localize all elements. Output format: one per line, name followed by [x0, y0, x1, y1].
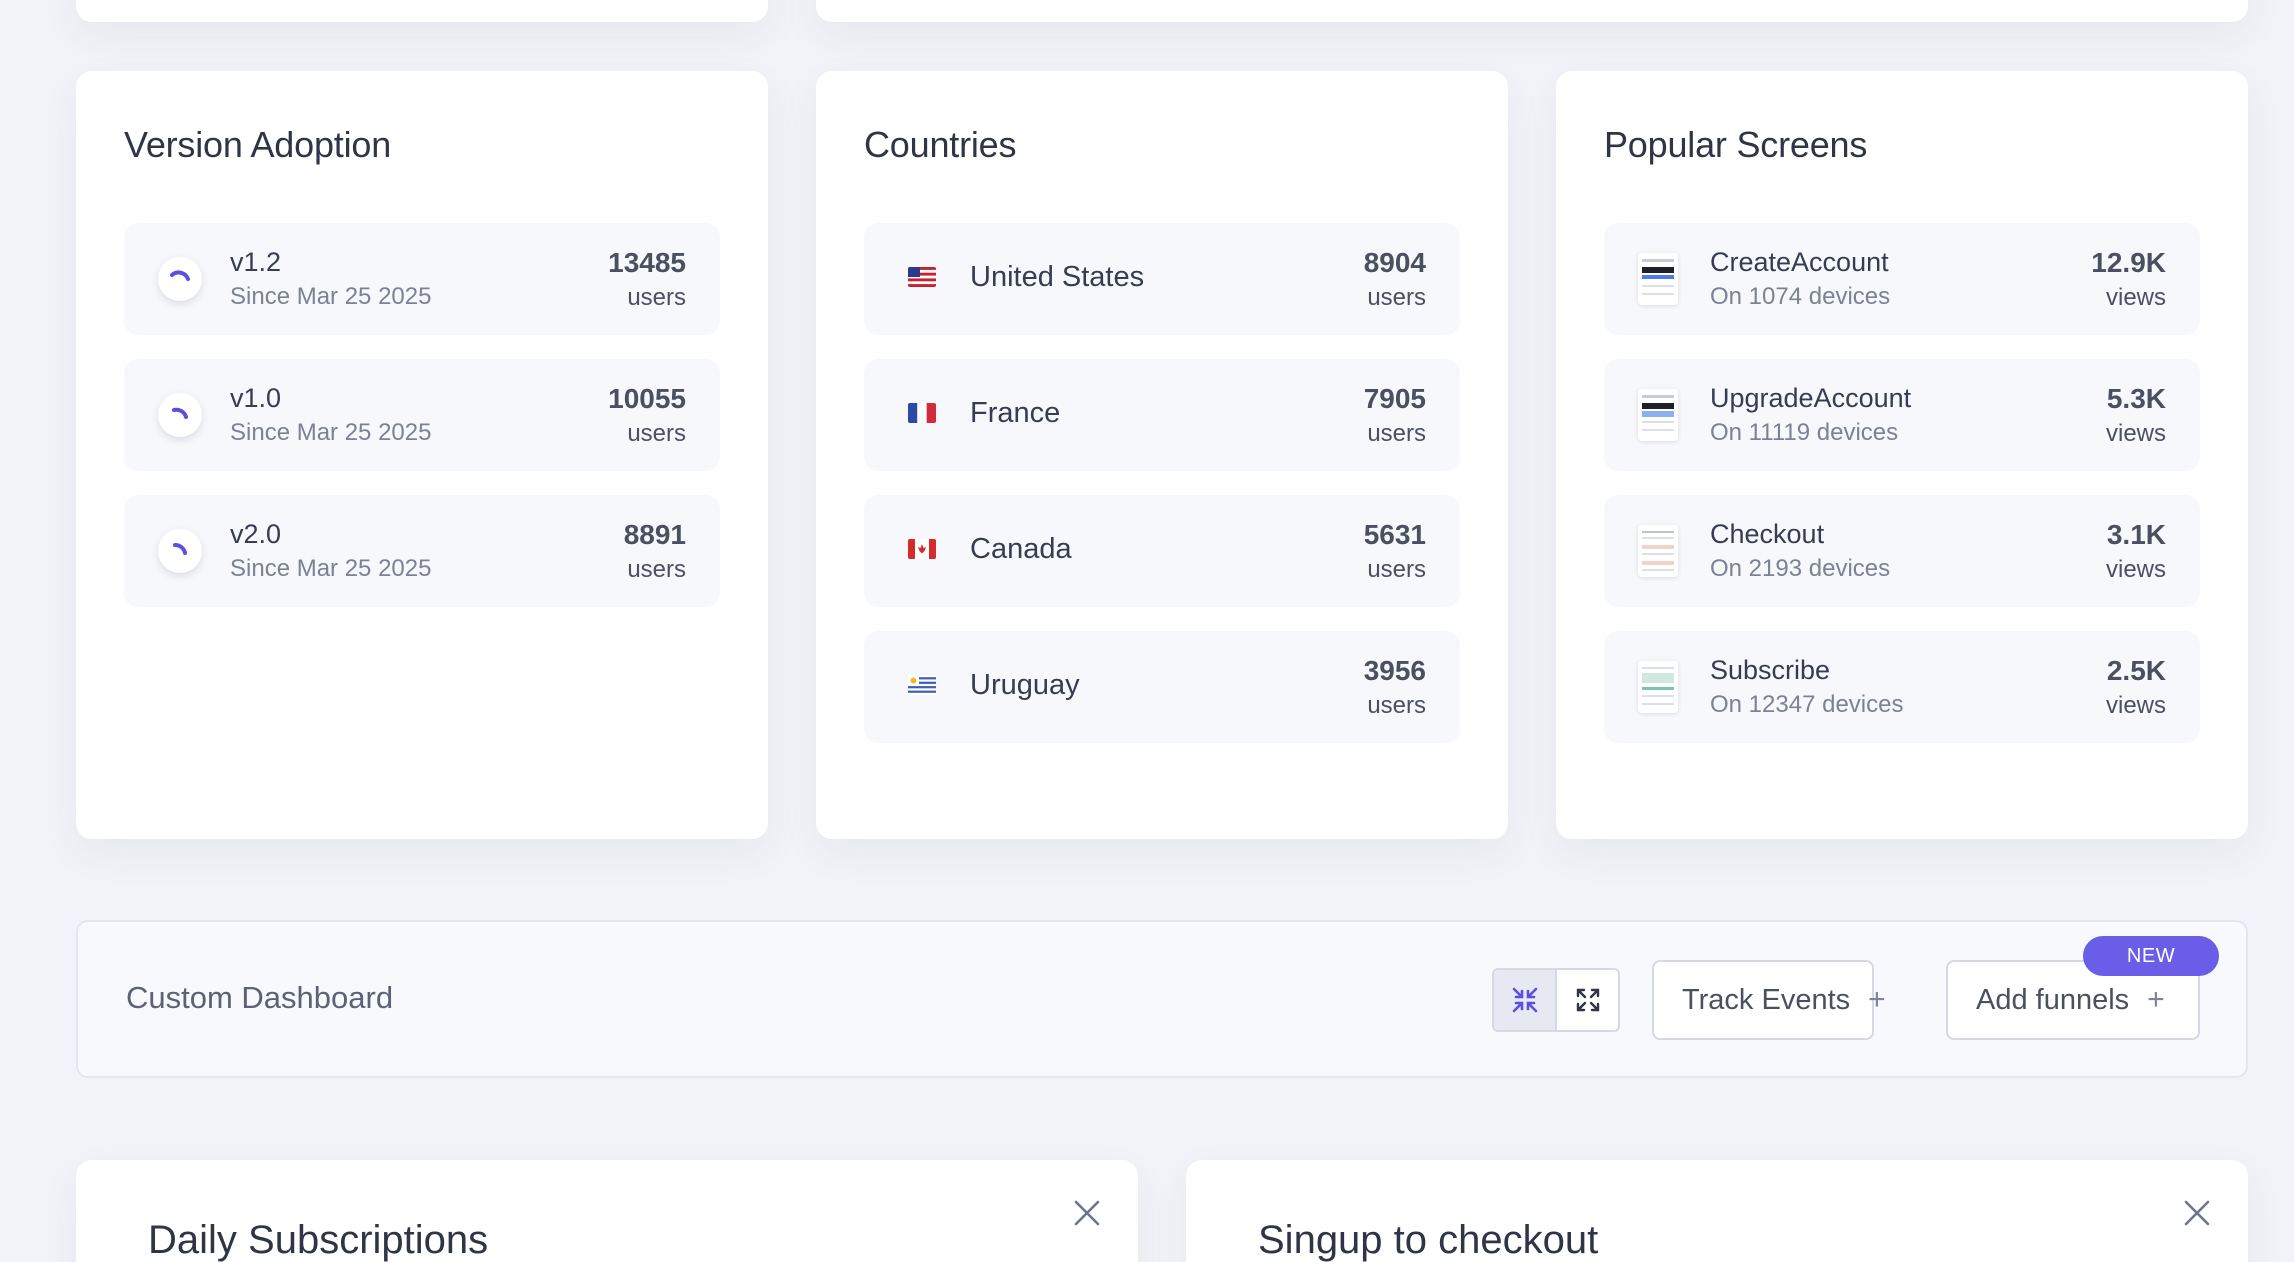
dashboard-page: Version Adoption v1.2 Since Mar 25 2025 … [0, 0, 2294, 1262]
screen-row[interactable]: Subscribe On 12347 devices 2.5K views [1604, 631, 2200, 743]
screen-views-count: 3.1K [2106, 519, 2166, 550]
daily-subscriptions-title: Daily Subscriptions [148, 1218, 489, 1262]
track-events-button[interactable]: Track Events + [1652, 960, 1886, 1040]
us-flag-icon [908, 267, 936, 287]
custom-dashboard-title: Custom Dashboard [126, 980, 394, 1015]
screen-devices: On 11119 devices [1710, 419, 1899, 446]
layout-toggle-group [1492, 968, 1620, 1032]
country-name: France [970, 397, 1061, 429]
version-name: v2.0 [230, 519, 282, 549]
track-events-label: Track Events [1682, 983, 1851, 1016]
new-badge: NEW [2083, 936, 2219, 976]
country-name: Canada [970, 533, 1072, 565]
version-users-count: 13485 [608, 247, 686, 278]
version-since: Since Mar 25 2025 [230, 419, 432, 446]
screen-name: CreateAccount [1710, 247, 1889, 277]
country-row[interactable]: Canada 5631 users [864, 495, 1460, 607]
country-users-count: 3956 [1363, 655, 1426, 686]
screen-row[interactable]: CreateAccount On 1074 devices 12.9K view… [1604, 223, 2200, 335]
uy-flag-icon [908, 675, 936, 695]
country-row[interactable]: United States 8904 users [864, 223, 1460, 335]
screen-views-unit: views [2105, 692, 2166, 719]
screen-row[interactable]: Checkout On 2193 devices 3.1K views [1604, 495, 2200, 607]
version-row[interactable]: v1.2 Since Mar 25 2025 13485 users [124, 223, 720, 335]
screen-thumbnail-icon [1638, 661, 1678, 713]
add-funnels-label: Add funnels [1976, 983, 2130, 1016]
popular-screens-title: Popular Screens [1604, 124, 1868, 165]
screen-thumbnail-icon [1638, 389, 1678, 441]
version-progress-icon [158, 257, 202, 301]
ca-flag-icon [908, 539, 936, 559]
version-row[interactable]: v2.0 Since Mar 25 2025 8891 users [124, 495, 720, 607]
version-since: Since Mar 25 2025 [230, 555, 432, 582]
countries-card: Countries United States 8904 users Franc… [816, 71, 1508, 839]
version-users-unit: users [627, 556, 686, 583]
expand-icon [1576, 988, 1599, 1012]
version-adoption-title: Version Adoption [124, 124, 392, 165]
country-name: Uruguay [970, 669, 1080, 701]
version-row[interactable]: v1.0 Since Mar 25 2025 10055 users [124, 359, 720, 471]
screen-row[interactable]: UpgradeAccount On 11119 devices 5.3K vie… [1604, 359, 2200, 471]
version-users-unit: users [627, 420, 686, 447]
top-card-left [76, 0, 768, 22]
signup-to-checkout-card: Singup to checkout [1186, 1160, 2248, 1262]
screen-devices: On 1074 devices [1710, 283, 1891, 310]
custom-dashboard-bar: Custom Dashboard Track Events + Add funn… [76, 920, 2248, 1078]
screen-devices: On 12347 devices [1710, 691, 1904, 718]
expand-view-button[interactable] [1557, 970, 1618, 1030]
collapse-icon [1512, 987, 1537, 1013]
plus-icon: + [2147, 983, 2165, 1016]
close-icon[interactable] [1070, 1196, 1104, 1230]
fr-flag-icon [908, 403, 936, 423]
version-progress-icon [158, 393, 202, 437]
country-row[interactable]: France 7905 users [864, 359, 1460, 471]
version-users-unit: users [627, 284, 686, 311]
version-users-count: 10055 [608, 383, 686, 414]
screen-views-count: 5.3K [2106, 383, 2166, 414]
country-users-unit: users [1367, 556, 1426, 583]
signup-to-checkout-title: Singup to checkout [1258, 1218, 1599, 1262]
screen-devices: On 2193 devices [1710, 555, 1891, 582]
screen-name: Subscribe [1710, 655, 1831, 685]
countries-title: Countries [864, 124, 1017, 165]
version-since: Since Mar 25 2025 [230, 283, 432, 310]
country-users-count: 5631 [1363, 519, 1426, 550]
screen-name: UpgradeAccount [1710, 383, 1912, 413]
collapse-view-button[interactable] [1494, 970, 1557, 1030]
close-icon[interactable] [2180, 1196, 2214, 1230]
plus-icon: + [1868, 983, 1886, 1016]
country-users-count: 7905 [1363, 383, 1426, 414]
screen-views-unit: views [2105, 420, 2166, 447]
version-adoption-card: Version Adoption v1.2 Since Mar 25 2025 … [76, 71, 768, 839]
screen-views-count: 2.5K [2106, 655, 2166, 686]
screen-thumbnail-icon [1638, 253, 1678, 305]
top-card-right [816, 0, 2248, 22]
popular-screens-card: Popular Screens CreateAccount On 1074 de… [1556, 71, 2248, 839]
version-progress-icon [158, 529, 202, 573]
country-users-count: 8904 [1363, 247, 1426, 278]
screen-name: Checkout [1710, 519, 1825, 549]
version-name: v1.0 [230, 383, 282, 413]
version-users-count: 8891 [623, 519, 686, 550]
country-users-unit: users [1367, 420, 1426, 447]
country-users-unit: users [1367, 692, 1426, 719]
country-name: United States [970, 261, 1145, 293]
screen-views-unit: views [2105, 556, 2166, 583]
country-row[interactable]: Uruguay 3956 users [864, 631, 1460, 743]
daily-subscriptions-card: Daily Subscriptions [76, 1160, 1138, 1262]
screen-views-count: 12.9K [2091, 247, 2166, 278]
screen-thumbnail-icon [1638, 525, 1678, 577]
country-users-unit: users [1367, 284, 1426, 311]
version-name: v1.2 [230, 247, 282, 277]
screen-views-unit: views [2105, 284, 2166, 311]
